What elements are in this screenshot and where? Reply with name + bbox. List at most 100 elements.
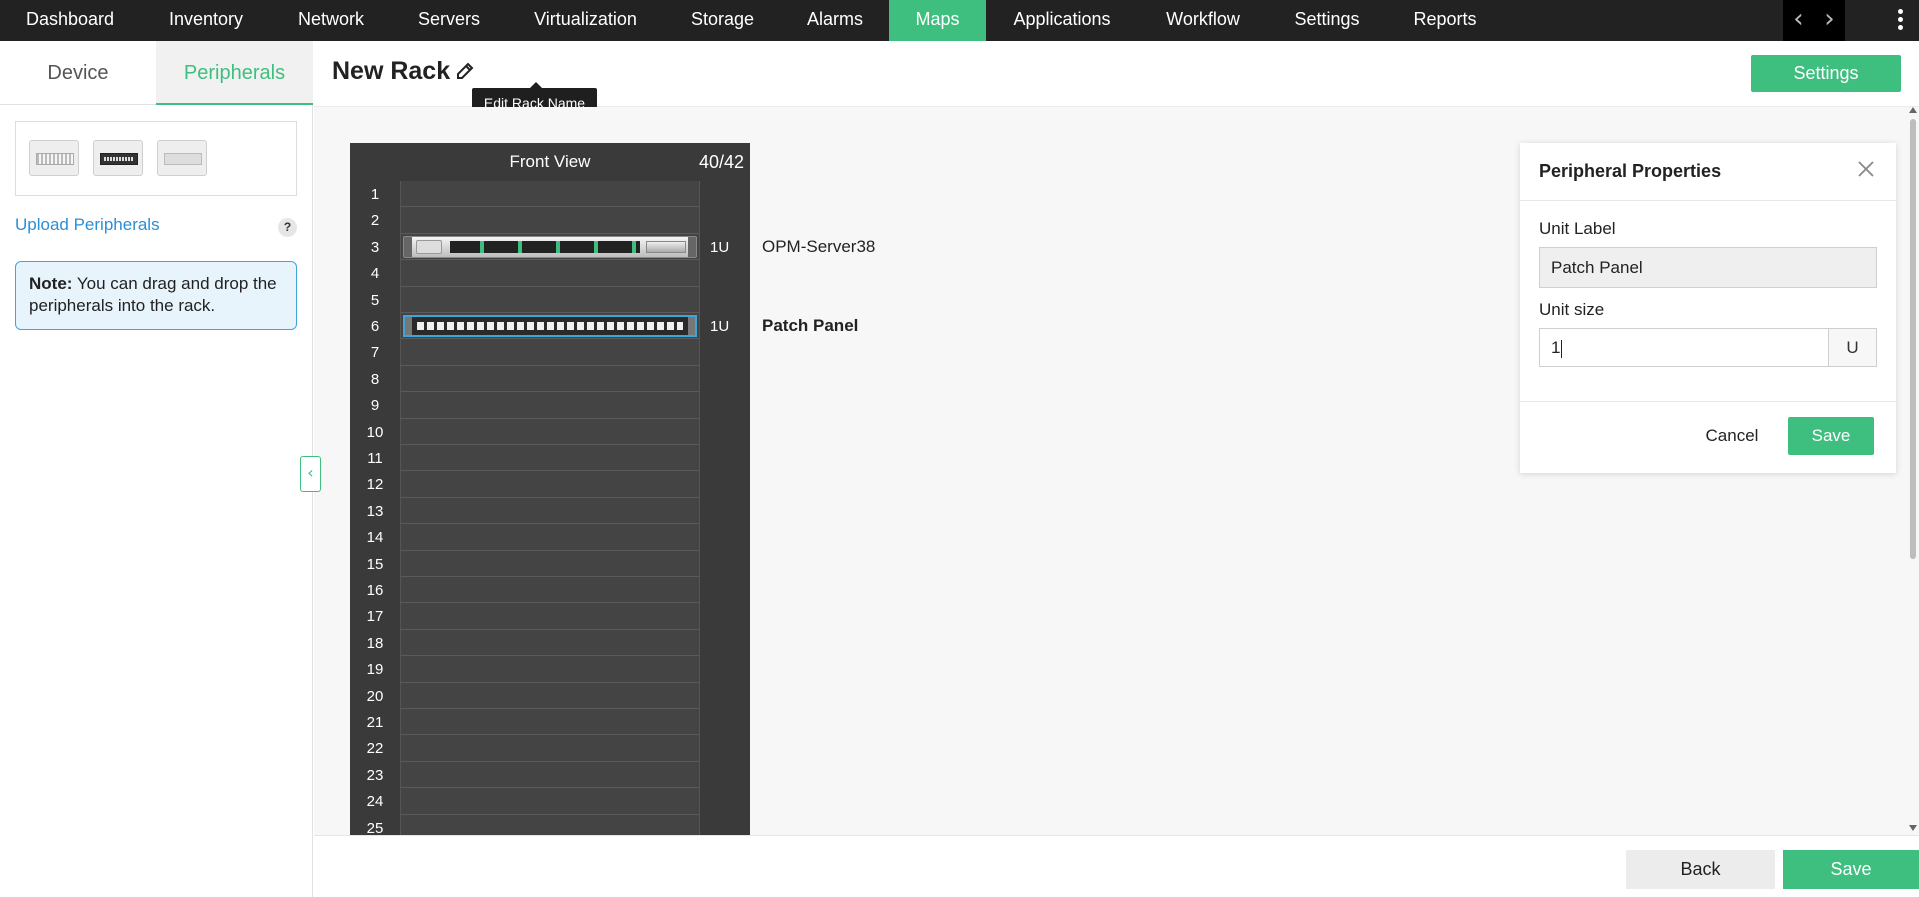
rack-bay[interactable] <box>400 682 700 709</box>
nav-item-alarms[interactable]: Alarms <box>794 0 876 41</box>
rack-bay[interactable] <box>400 392 700 419</box>
rack-unit-row: 10 <box>350 418 750 445</box>
rack-front-view: Front View 40/42 1 2 3 1U 4 5 6 1U 7 8 9 10 11 12 13 14… <box>350 143 750 835</box>
cable-manager-thumbnail[interactable] <box>29 140 79 176</box>
rack-bay[interactable] <box>400 286 700 313</box>
note-label: Note: <box>29 274 73 293</box>
rack-bay[interactable] <box>400 471 700 498</box>
rack-bay[interactable] <box>400 181 700 208</box>
unit-size-field[interactable]: 1 <box>1539 328 1829 367</box>
rack-bay[interactable] <box>400 577 700 604</box>
rack-bay[interactable] <box>400 524 700 551</box>
upload-peripherals-link[interactable]: Upload Peripherals <box>15 215 160 235</box>
rack-bay[interactable] <box>400 445 700 472</box>
vertical-scrollbar[interactable] <box>1908 107 1919 835</box>
cancel-button[interactable]: Cancel <box>1697 417 1767 455</box>
scroll-up-arrow[interactable] <box>1909 107 1917 113</box>
scroll-thumb[interactable] <box>1910 119 1916 559</box>
rack-bay[interactable] <box>400 603 700 630</box>
rack-bay[interactable] <box>400 418 700 445</box>
server-device[interactable] <box>403 235 697 258</box>
rack-view-title: Front View <box>509 152 591 171</box>
rack-unit-row: 16 <box>350 577 750 604</box>
collapse-panel-button[interactable]: ‹ <box>300 456 321 492</box>
rack-unit-number: 17 <box>366 608 384 626</box>
rack-unit-number: 7 <box>370 344 380 362</box>
kebab-icon[interactable] <box>1893 8 1907 34</box>
rack-bay[interactable] <box>400 497 700 525</box>
nav-item-maps[interactable]: Maps <box>889 0 986 41</box>
rack-bay[interactable] <box>400 365 700 393</box>
device-unit-size: 1U <box>710 238 730 256</box>
rack-unit-number: 25 <box>366 819 384 835</box>
edit-icon[interactable] <box>454 60 476 82</box>
tab-peripherals[interactable]: Peripherals <box>156 41 313 105</box>
rack-bay[interactable] <box>400 735 700 762</box>
unit-label-field[interactable]: Patch Panel <box>1539 247 1877 288</box>
nav-item-storage[interactable]: Storage <box>679 0 766 41</box>
rack-unit-number: 20 <box>366 687 384 705</box>
nav-item-reports[interactable]: Reports <box>1406 0 1484 41</box>
rack-unit-row: 9 <box>350 392 750 419</box>
page-title: New Rack <box>332 57 451 85</box>
rack-unit-row: 2 <box>350 207 750 234</box>
tab-device[interactable]: Device <box>0 41 156 105</box>
top-nav: Dashboard Inventory Network Servers Virt… <box>0 0 1919 41</box>
rack-unit-row: 21 <box>350 709 750 736</box>
nav-item-settings[interactable]: Settings <box>1288 0 1366 41</box>
device-label[interactable]: Patch Panel <box>762 316 858 336</box>
blank-panel-thumbnail[interactable] <box>157 140 207 176</box>
rack-unit-row: 1 <box>350 181 750 208</box>
rack-unit-row: 7 <box>350 339 750 366</box>
drag-drop-note: Note: You can drag and drop the peripher… <box>15 261 297 330</box>
rack-unit-row: 5 <box>350 286 750 313</box>
scroll-down-arrow[interactable] <box>1909 825 1917 831</box>
rack-unit-row: 19 <box>350 656 750 683</box>
peripheral-properties-panel: Peripheral Properties Unit Label Patch P… <box>1520 143 1896 473</box>
help-icon[interactable]: ? <box>278 218 297 237</box>
patch-panel-device[interactable] <box>403 315 697 337</box>
nav-item-dashboard[interactable]: Dashboard <box>13 0 127 41</box>
rack-unit-row: 17 <box>350 603 750 630</box>
rack-bay[interactable] <box>400 233 700 261</box>
rack-unit-number: 12 <box>366 476 384 494</box>
rack-bay[interactable] <box>400 207 700 234</box>
rack-bay[interactable] <box>400 761 700 789</box>
settings-button[interactable]: Settings <box>1751 55 1901 92</box>
rack-unit-number: 10 <box>366 423 384 441</box>
nav-item-servers[interactable]: Servers <box>404 0 494 41</box>
close-icon[interactable] <box>1854 157 1878 181</box>
rack-unit-number: 6 <box>370 318 380 335</box>
nav-item-applications[interactable]: Applications <box>1004 0 1120 41</box>
rack-unit-number: 21 <box>366 714 384 731</box>
rack-unit-row: 8 <box>350 365 750 393</box>
rack-unit-row: 13 <box>350 497 750 525</box>
rack-unit-number: 11 <box>367 450 383 467</box>
rack-unit-number: 22 <box>366 740 384 758</box>
rack-unit-number: 16 <box>366 582 384 599</box>
nav-scroll-arrows: ‹ › <box>1783 0 1845 41</box>
rack-bay[interactable] <box>400 550 700 577</box>
rack-bay[interactable] <box>400 339 700 366</box>
chevron-left-icon[interactable]: ‹ <box>1783 0 1814 41</box>
rack-bay[interactable] <box>400 260 700 287</box>
patch-panel-thumbnail[interactable] <box>93 140 143 176</box>
rack-unit-number: 24 <box>366 793 384 811</box>
rack-bay[interactable] <box>400 656 700 683</box>
nav-item-virtualization[interactable]: Virtualization <box>520 0 651 41</box>
nav-item-workflow[interactable]: Workflow <box>1155 0 1251 41</box>
nav-item-network[interactable]: Network <box>285 0 377 41</box>
rack-bay[interactable] <box>400 709 700 736</box>
back-button[interactable]: Back <box>1626 850 1775 889</box>
nav-item-inventory[interactable]: Inventory <box>151 0 261 41</box>
device-label[interactable]: OPM-Server38 <box>762 237 875 257</box>
rack-bay[interactable] <box>400 629 700 657</box>
rack-unit-number: 18 <box>366 634 384 652</box>
chevron-right-icon[interactable]: › <box>1814 0 1845 41</box>
rack-bay[interactable] <box>400 313 700 340</box>
rack-bay[interactable] <box>400 788 700 815</box>
save-button[interactable]: Save <box>1783 850 1919 889</box>
unit-suffix: U <box>1828 328 1877 367</box>
rack-bay[interactable] <box>400 814 700 835</box>
panel-save-button[interactable]: Save <box>1788 417 1874 455</box>
